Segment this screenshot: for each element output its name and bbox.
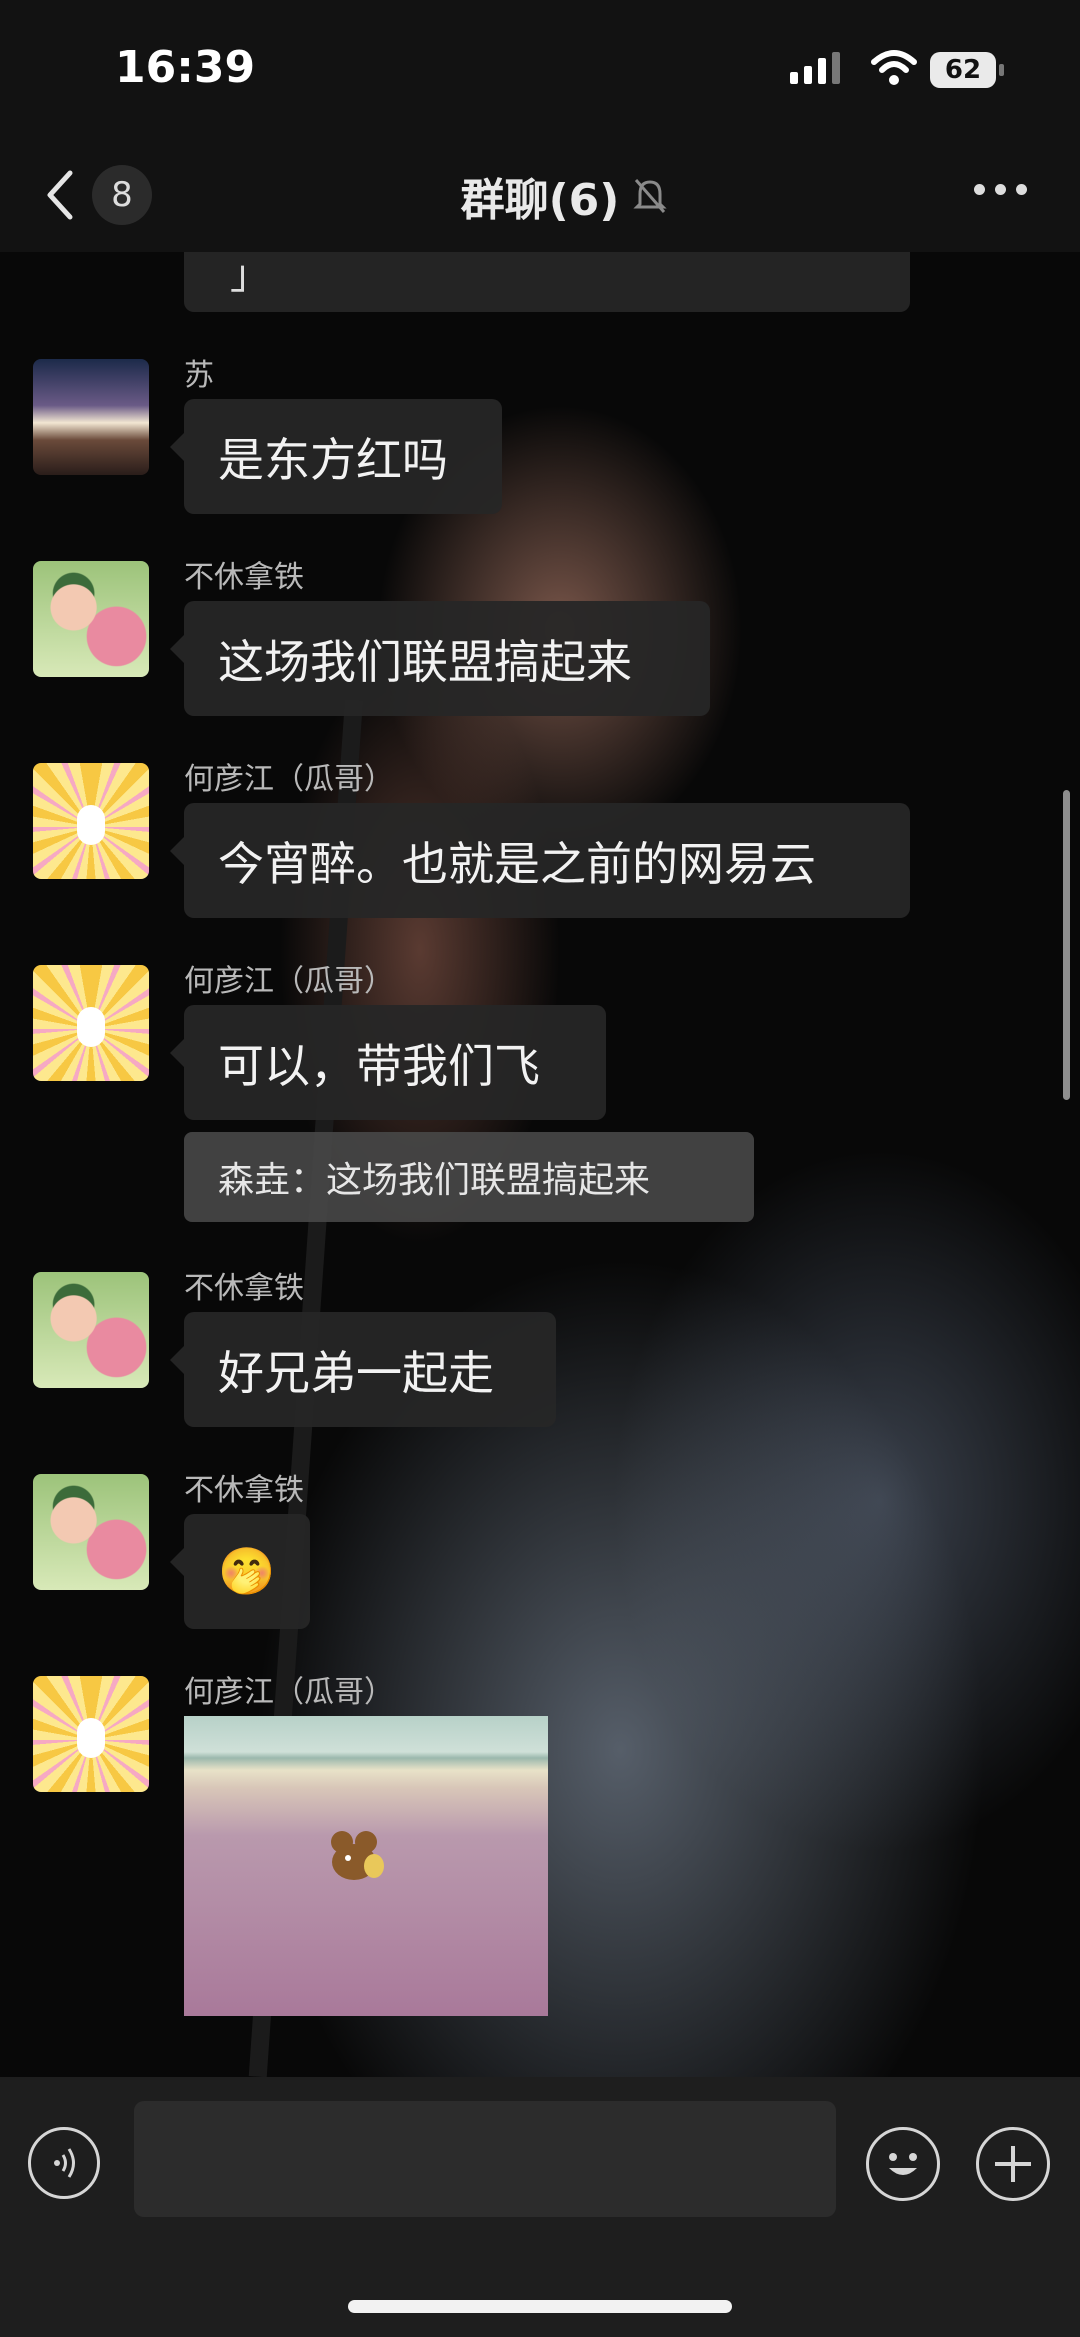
sender-name: 不休拿铁 xyxy=(184,560,304,595)
avatar-he-yanjiang[interactable] xyxy=(33,763,149,879)
chat-title: 群聊(6) xyxy=(460,175,620,226)
message-bubble[interactable]: 好兄弟一起走 xyxy=(170,1312,556,1427)
message-bubble[interactable]: 是东方红吗 xyxy=(170,399,502,514)
status-time: 16:39 xyxy=(115,42,256,93)
message-bubble[interactable]: 可以，带我们飞 xyxy=(170,1005,606,1120)
avatar-buxiu-latte[interactable] xyxy=(33,1272,149,1388)
status-bar: 16:39 62 xyxy=(0,0,1080,140)
battery-indicator: 62 xyxy=(930,52,1004,88)
more-icon[interactable] xyxy=(974,184,1027,195)
chat-screen: 16:39 62 8 群聊(6) 」 苏 是东方红吗 不休拿铁 这场我们联盟搞起… xyxy=(0,0,1080,2337)
message-text: 今宵醉。也就是之前的网易云 xyxy=(218,836,816,891)
quoted-message[interactable]: 森垚：这场我们联盟搞起来 xyxy=(184,1132,754,1222)
sender-name: 不休拿铁 xyxy=(184,1473,304,1508)
voice-icon[interactable] xyxy=(28,2127,100,2199)
message-text: 这场我们联盟搞起来 xyxy=(218,634,632,689)
avatar-buxiu-latte[interactable] xyxy=(33,1474,149,1590)
quote-text: 森垚：这场我们联盟搞起来 xyxy=(218,1160,651,1201)
message-bubble[interactable]: 🤭 xyxy=(170,1514,310,1629)
message-bubble-partial[interactable]: 」 xyxy=(184,252,910,312)
sender-name: 何彦江（瓜哥） xyxy=(184,762,394,797)
avatar-buxiu-latte[interactable] xyxy=(33,561,149,677)
avatar-he-yanjiang[interactable] xyxy=(33,1676,149,1792)
bell-muted-icon xyxy=(633,179,667,213)
message-text: 好兄弟一起走 xyxy=(218,1345,494,1400)
sticker-image[interactable] xyxy=(184,1716,548,2016)
message-list[interactable]: 」 苏 是东方红吗 不休拿铁 这场我们联盟搞起来 何彦江（瓜哥） 今宵醉。也就是… xyxy=(0,252,1080,2077)
sender-name: 苏 xyxy=(184,358,214,393)
input-bar xyxy=(0,2077,1080,2337)
voice-glyph-icon xyxy=(54,2148,75,2178)
mouse-cartoon-icon xyxy=(331,1831,384,1880)
emoji-content: 🤭 xyxy=(218,1544,276,1598)
wifi-icon xyxy=(871,50,917,85)
sender-name: 不休拿铁 xyxy=(184,1271,304,1306)
message-text: 可以，带我们飞 xyxy=(218,1038,540,1093)
plus-icon[interactable] xyxy=(976,2127,1050,2201)
home-indicator[interactable] xyxy=(348,2300,732,2313)
avatar-su[interactable] xyxy=(33,359,149,475)
message-input[interactable] xyxy=(134,2101,836,2217)
plus-glyph-icon xyxy=(995,2146,1031,2182)
message-text: 」 xyxy=(230,252,270,298)
emoji-icon[interactable] xyxy=(866,2127,940,2201)
sender-name: 何彦江（瓜哥） xyxy=(184,964,394,999)
scrollbar[interactable] xyxy=(1063,790,1070,1100)
nav-bar: 8 群聊(6) xyxy=(0,140,1080,252)
message-text: 是东方红吗 xyxy=(218,432,448,487)
smile-glyph-icon xyxy=(889,2153,917,2175)
signal-icon xyxy=(790,52,840,84)
avatar-he-yanjiang[interactable] xyxy=(33,965,149,1081)
message-bubble[interactable]: 这场我们联盟搞起来 xyxy=(170,601,710,716)
sender-name: 何彦江（瓜哥） xyxy=(184,1675,394,1710)
message-bubble[interactable]: 今宵醉。也就是之前的网易云 xyxy=(170,803,910,918)
